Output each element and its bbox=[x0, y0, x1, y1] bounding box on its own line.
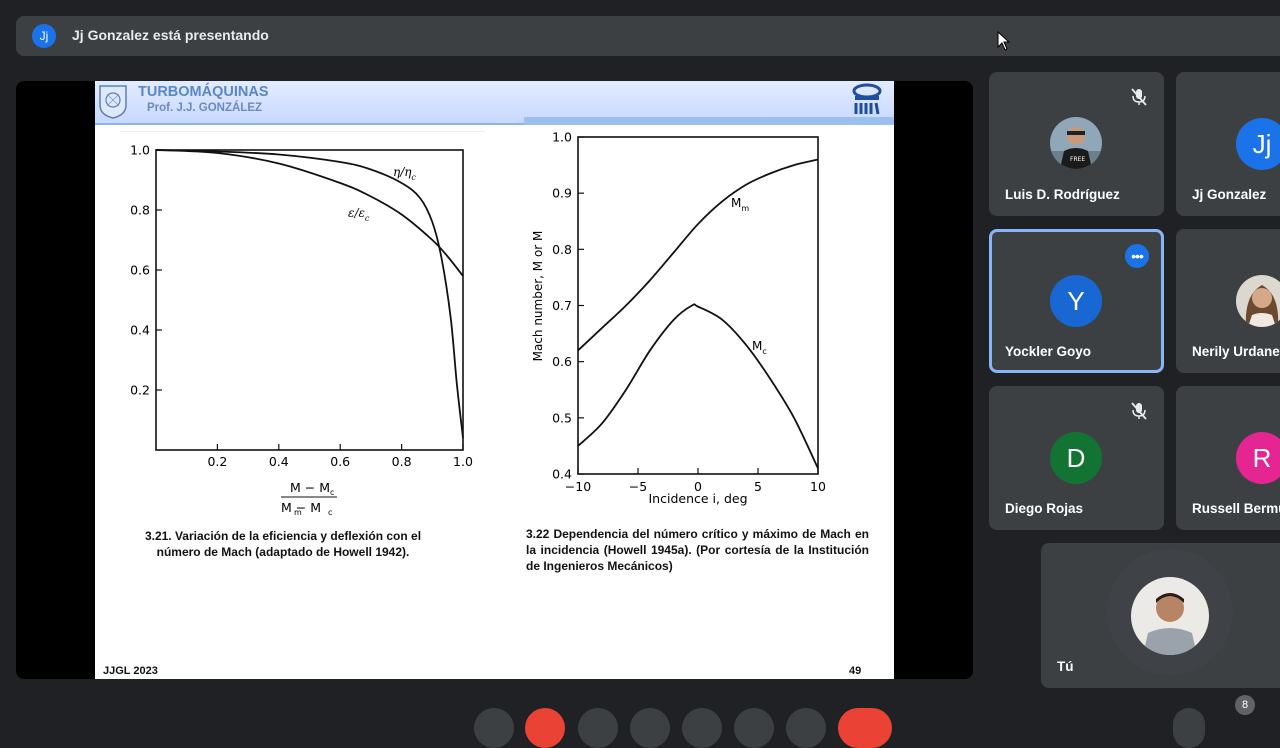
participant-name: Jj Gonzalez bbox=[1192, 187, 1267, 202]
series-label-mc: Mc bbox=[752, 339, 767, 356]
reactions-button[interactable] bbox=[734, 708, 774, 748]
figure-3-22: −10 −5 0 5 100.40.50.60.70.80.91.0 Mm Mc Inc… bbox=[531, 130, 826, 507]
x-tick-label: −5 bbox=[629, 479, 647, 494]
chat-button[interactable] bbox=[1173, 708, 1205, 748]
mouse-cursor-icon bbox=[997, 31, 1011, 51]
y-tick-label: 0.8 bbox=[552, 242, 572, 257]
avatar-jj: Jj bbox=[1236, 118, 1280, 170]
participant-count-badge: 8 bbox=[1235, 695, 1255, 715]
series-line-1 bbox=[155, 149, 464, 277]
y-tick-label: 1.0 bbox=[130, 143, 150, 158]
slide: TURBOMÁQUINAS Prof. J.J. GONZÁLEZ 0.2 0.4… bbox=[95, 81, 894, 679]
y-tick-label: 1.0 bbox=[552, 130, 572, 145]
y-tick-label: 0.6 bbox=[552, 354, 572, 369]
xlabel-numerator: M − Mc bbox=[290, 480, 334, 497]
raise-hand-button[interactable] bbox=[630, 708, 670, 748]
tile-russell[interactable]: R Russell Bermudez bbox=[1176, 386, 1280, 530]
more-options-icon[interactable]: ••• bbox=[1125, 244, 1149, 268]
series-label-mm: Mm bbox=[731, 196, 749, 213]
avatar-photo-self bbox=[1131, 577, 1209, 655]
participant-name: Luis D. Rodríguez bbox=[1005, 187, 1120, 202]
mic-off-icon bbox=[1131, 88, 1147, 106]
figure-3-21: 0.2 0.4 0.6 0.8 1.00.20.40.60.81.0 η/ηc ε/εc… bbox=[120, 131, 485, 517]
y-tick-label: 0.4 bbox=[130, 323, 150, 338]
y-tick-label: 0.5 bbox=[552, 410, 572, 425]
avatar-photo-nerily bbox=[1236, 275, 1280, 327]
captions-button[interactable] bbox=[578, 708, 618, 748]
presenter-avatar: Jj bbox=[32, 24, 56, 48]
participant-name: Diego Rojas bbox=[1005, 501, 1084, 516]
camera-button[interactable] bbox=[525, 708, 565, 748]
caption-figure-3-22: 3.22 Dependencia del número crítico y má… bbox=[526, 527, 869, 573]
slide-title: TURBOMÁQUINAS bbox=[138, 84, 269, 100]
present-button[interactable] bbox=[682, 708, 722, 748]
tile-luis[interactable]: FREE Luis D. Rodríguez bbox=[989, 72, 1164, 216]
presenting-banner: Jj Jj Gonzalez está presentando bbox=[16, 16, 1280, 56]
ylabel-mach: Mach number, M or M bbox=[531, 231, 545, 362]
presenting-text: Jj Gonzalez está presentando bbox=[72, 27, 269, 43]
xlabel-incidence: Incidence i, deg bbox=[648, 491, 747, 506]
y-tick-label: 0.8 bbox=[130, 203, 150, 218]
x-tick-label: 0.2 bbox=[207, 454, 227, 469]
more-options-button[interactable] bbox=[786, 708, 826, 748]
series-label-epsilon: ε/εc bbox=[348, 206, 370, 223]
presentation-stage[interactable]: TURBOMÁQUINAS Prof. J.J. GONZÁLEZ 0.2 0.4… bbox=[16, 81, 973, 679]
series-line-0 bbox=[155, 149, 464, 439]
mic-button[interactable] bbox=[474, 708, 514, 748]
avatar-diego: D bbox=[1050, 432, 1102, 484]
tile-jj[interactable]: Jj Jj Gonzalez bbox=[1176, 72, 1280, 216]
participant-name: Yockler Goyo bbox=[1005, 344, 1092, 359]
y-tick-label: 0.4 bbox=[552, 467, 572, 482]
participant-name: Russell Bermudez bbox=[1192, 501, 1280, 516]
xlabel-subscript-c: c bbox=[328, 508, 332, 517]
x-tick-label: 0.4 bbox=[269, 454, 289, 469]
svg-text:FREE: FREE bbox=[1070, 156, 1085, 163]
participant-name: Nerily Urdaneta bbox=[1192, 344, 1280, 359]
avatar-photo-luis: FREE bbox=[1050, 117, 1102, 169]
series-line-1 bbox=[577, 303, 819, 469]
x-tick-label: 1.0 bbox=[453, 454, 473, 469]
avatar-russell: R bbox=[1236, 432, 1280, 484]
leave-call-button[interactable] bbox=[838, 708, 892, 748]
plot-frame-right bbox=[577, 136, 819, 475]
university-seal-icon bbox=[99, 85, 127, 119]
slide-footer: JJGL 2023 bbox=[103, 665, 158, 677]
caption-figure-3-21: 3.21. Variación de la eficiencia y defle… bbox=[144, 529, 422, 559]
slide-subtitle: Prof. J.J. GONZÁLEZ bbox=[147, 102, 263, 114]
participant-name: Tú bbox=[1057, 659, 1074, 674]
x-tick-label: 5 bbox=[754, 479, 762, 494]
tile-self[interactable]: Tú bbox=[1041, 543, 1280, 688]
y-tick-label: 0.7 bbox=[552, 298, 572, 313]
mic-off-icon bbox=[1131, 402, 1147, 420]
x-tick-label: 0.6 bbox=[330, 454, 350, 469]
xlabel-subscript-m: m bbox=[294, 508, 302, 517]
tile-diego[interactable]: D Diego Rojas bbox=[989, 386, 1164, 530]
page-number: 49 bbox=[849, 665, 862, 677]
tile-nerily[interactable]: Nerily Urdaneta bbox=[1176, 229, 1280, 373]
x-tick-label: 0.8 bbox=[392, 454, 412, 469]
tile-yockler[interactable]: ••• Y Yockler Goyo bbox=[989, 229, 1164, 373]
y-tick-label: 0.2 bbox=[130, 383, 150, 398]
x-tick-label: 10 bbox=[810, 479, 826, 494]
series-line-0 bbox=[577, 158, 819, 352]
avatar-yockler: Y bbox=[1050, 275, 1102, 327]
faculty-logo-icon bbox=[852, 83, 882, 115]
header-accent-line bbox=[524, 117, 894, 125]
y-tick-label: 0.9 bbox=[552, 186, 572, 201]
y-tick-label: 0.6 bbox=[130, 263, 150, 278]
